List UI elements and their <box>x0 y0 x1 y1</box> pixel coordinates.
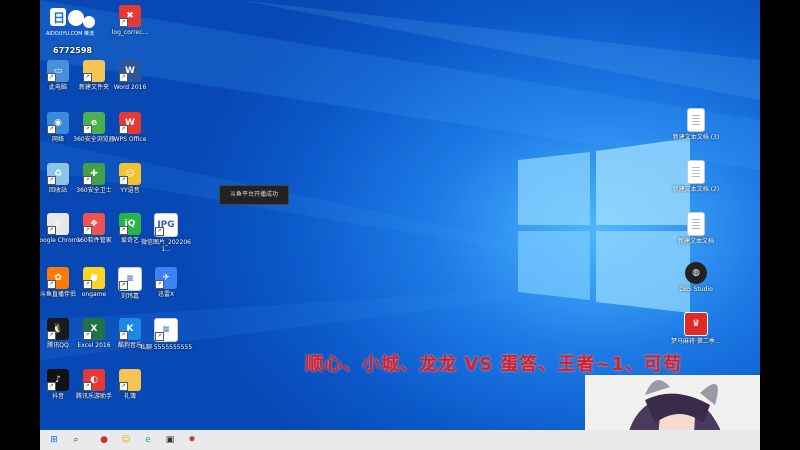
icon-label: OBS Studio <box>679 286 713 293</box>
taskbar-douyu-icon[interactable]: ● <box>96 432 112 448</box>
feishu-shortcut[interactable]: ✈ ↗ 迅雷X <box>138 267 194 298</box>
taskbar-360-icon[interactable]: e <box>140 432 156 448</box>
viewer-counter: 6772598 <box>53 46 92 55</box>
shortcut-arrow-icon: ↗ <box>47 280 56 289</box>
icon-label: 梦马麻将·第二季… <box>671 338 721 345</box>
shortcut-arrow-icon: ↗ <box>83 331 92 340</box>
shortcut-arrow-icon: ↗ <box>83 382 92 391</box>
shortcut-arrow-icon: ↗ <box>47 176 56 185</box>
word-shortcut[interactable]: W ↗ Word 2016 <box>102 60 158 91</box>
mahjong-shortcut[interactable]: ♛ 梦马麻将·第二季… <box>668 312 724 345</box>
douyu-logo-label: AIDOUYU.COM 推流 <box>46 31 94 37</box>
shortcut-arrow-icon: ↗ <box>83 73 92 82</box>
taskbar-yy-icon[interactable]: ☺ <box>118 432 134 448</box>
jpg-file-shortcut[interactable]: JPG ↗ 微信图片_2022061... <box>138 213 194 253</box>
taskbar-bug-icon[interactable]: ✸ <box>184 432 200 448</box>
shortcut-arrow-icon: ↗ <box>119 281 128 290</box>
yy-voice-icon: ☺ ↗ <box>119 163 141 185</box>
shortcut-arrow-icon: ↗ <box>119 331 128 340</box>
shortcut-arrow-icon: ↗ <box>119 125 128 134</box>
shortcut-arrow-icon: ↗ <box>155 227 164 236</box>
text-doc-2-icon <box>687 160 705 184</box>
icon-label: 迅雷X <box>157 291 175 298</box>
shortcut-arrow-icon: ↗ <box>119 18 128 27</box>
icon-label: Word 2016 <box>113 84 147 91</box>
text-file-icon: ≡ ↗ <box>154 318 178 342</box>
icon-label: 新建文本文档 (2) <box>672 186 720 193</box>
shortcut-arrow-icon: ↗ <box>83 226 92 235</box>
shortcut-arrow-icon: ↗ <box>83 280 92 289</box>
shortcut-arrow-icon: ↗ <box>119 226 128 235</box>
mahjong-icon: ♛ <box>684 312 708 336</box>
icon-label: YY语音 <box>120 187 140 194</box>
wps-icon: W ↗ <box>119 112 141 134</box>
text-doc-shortcut[interactable]: 新建文本文档 <box>668 212 724 245</box>
jpg-file-icon: JPG ↗ <box>154 213 178 237</box>
text-doc-3-icon <box>687 108 705 132</box>
search-icon[interactable]: ⌕ <box>68 432 84 448</box>
icon-label: 新建文本文档 <box>677 238 714 245</box>
windows-logo <box>518 138 690 313</box>
shortcut-arrow-icon: ↗ <box>47 73 56 82</box>
shortcut-arrow-icon: ↗ <box>119 382 128 391</box>
match-banner: 顺心、小城、龙龙 VS 蛋答、王者~1、可苟 <box>305 354 683 375</box>
icon-label: 私聊 5555555555 <box>139 344 193 351</box>
icon-label: 新建文本文档 (3) <box>672 134 720 141</box>
folder-shortcut[interactable]: ↗ 礼簿 <box>102 369 158 400</box>
obs-icon: ◍ <box>685 262 707 284</box>
folder-icon: ↗ <box>119 369 141 391</box>
shortcut-arrow-icon: ↗ <box>47 226 56 235</box>
text-doc-icon <box>687 212 705 236</box>
icon-label: log_correc... <box>111 29 149 36</box>
douyu-logo[interactable]: 日 <box>42 6 102 32</box>
word-icon: W ↗ <box>119 60 141 82</box>
icon-label: WPS Office <box>113 136 147 143</box>
shortcut-arrow-icon: ↗ <box>119 176 128 185</box>
svg-text:日: 日 <box>53 11 65 25</box>
feishu-icon: ✈ ↗ <box>155 267 177 289</box>
shortcut-arrow-icon: ↗ <box>83 176 92 185</box>
taskbar: ⊞ ⌕ ● ☺ e ▣ ✸ <box>40 430 760 450</box>
icon-label: 礼簿 <box>123 393 136 400</box>
wps-shortcut[interactable]: W ↗ WPS Office <box>102 112 158 143</box>
log-correct-icon: ✖ ↗ <box>119 5 141 27</box>
yy-voice-shortcut[interactable]: ☺ ↗ YY语音 <box>102 163 158 194</box>
shortcut-arrow-icon: ↗ <box>47 382 56 391</box>
desktop: 日 6772598 AIDOUYU.COM 推流 ✖ ↗ log_correc...… <box>40 0 760 450</box>
shortcut-arrow-icon: ↗ <box>119 73 128 82</box>
log-correct-shortcut[interactable]: ✖ ↗ log_correc... <box>102 5 158 36</box>
start-button-icon[interactable]: ⊞ <box>46 432 62 448</box>
obs-shortcut[interactable]: ◍ OBS Studio <box>668 262 724 293</box>
shortcut-arrow-icon: ↗ <box>47 125 56 134</box>
icon-label: 微信图片_2022061... <box>141 239 191 253</box>
shortcut-arrow-icon: ↗ <box>155 280 164 289</box>
toast-notification: 斗鱼平台开播成功 <box>219 185 289 205</box>
text-file-shortcut[interactable]: ≡ ↗ 私聊 5555555555 <box>138 318 194 351</box>
taskbar-app-icon[interactable]: ▣ <box>162 432 178 448</box>
shortcut-arrow-icon: ↗ <box>155 332 164 341</box>
shortcut-arrow-icon: ↗ <box>47 331 56 340</box>
shortcut-arrow-icon: ↗ <box>83 125 92 134</box>
text-doc-3-shortcut[interactable]: 新建文本文档 (3) <box>668 108 724 141</box>
text-doc-2-shortcut[interactable]: 新建文本文档 (2) <box>668 160 724 193</box>
